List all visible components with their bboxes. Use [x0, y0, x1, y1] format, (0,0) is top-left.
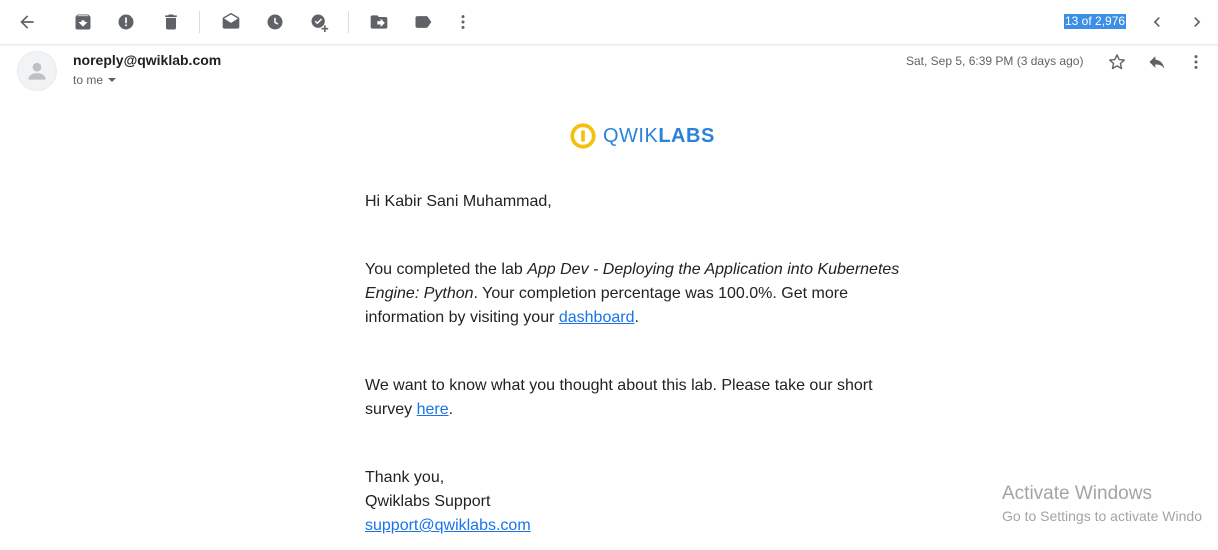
delete-icon[interactable]	[157, 8, 185, 36]
toolbar-divider	[199, 11, 200, 33]
reply-icon[interactable]	[1144, 49, 1170, 75]
snooze-icon[interactable]	[261, 8, 289, 36]
support-email-link[interactable]: support@qwiklabs.com	[365, 517, 531, 534]
paragraph-text: .	[448, 401, 454, 418]
message-counter: 13 of 2,976	[1064, 14, 1127, 29]
dashboard-link[interactable]: dashboard	[559, 309, 635, 326]
report-spam-icon[interactable]	[112, 8, 140, 36]
recipient-label: to me	[73, 73, 104, 87]
logo-text-bold: LABS	[658, 124, 715, 147]
mark-unread-icon[interactable]	[217, 8, 245, 36]
message-toolbar: 13 of 2,976	[0, 0, 1218, 45]
person-icon	[28, 62, 46, 80]
completion-paragraph: You completed the lab App Dev - Deployin…	[365, 258, 905, 330]
star-icon[interactable]	[1104, 49, 1130, 75]
more-vert-icon[interactable]	[1183, 49, 1209, 75]
archive-icon[interactable]	[69, 8, 97, 36]
recipient-dropdown[interactable]: to me	[73, 73, 117, 87]
move-to-icon[interactable]	[365, 8, 393, 36]
logo-text-light: QWIK	[603, 124, 659, 147]
back-arrow-icon[interactable]	[13, 8, 41, 36]
avatar[interactable]	[17, 51, 57, 91]
add-to-tasks-icon[interactable]	[305, 8, 333, 36]
sender-address[interactable]: noreply@qwiklab.com	[73, 52, 221, 68]
label-icon[interactable]	[409, 8, 437, 36]
activate-windows-subtitle: Go to Settings to activate Windo	[1002, 508, 1202, 524]
paragraph-text: You completed the lab	[365, 261, 528, 278]
chevron-right-icon[interactable]	[1183, 8, 1211, 36]
message-header: noreply@qwiklab.com to me Sat, Sep 5, 6:…	[0, 46, 1218, 96]
qwiklabs-logo: QWIKLABS	[569, 121, 715, 151]
survey-link[interactable]: here	[417, 401, 449, 418]
caret-down-icon	[108, 78, 117, 82]
chevron-left-icon[interactable]	[1143, 8, 1171, 36]
survey-paragraph: We want to know what you thought about t…	[365, 374, 905, 422]
message-date: Sat, Sep 5, 6:39 PM (3 days ago)	[906, 54, 1084, 68]
activate-windows-title: Activate Windows	[1002, 483, 1152, 504]
toolbar-divider	[348, 11, 349, 33]
closing: Thank you,	[365, 469, 445, 486]
signature: Qwiklabs Support	[365, 493, 491, 510]
more-vert-icon[interactable]	[449, 8, 477, 36]
support-email-line: support@qwiklabs.com	[365, 514, 905, 538]
qwiklabs-logo-icon	[570, 123, 596, 149]
greeting: Hi Kabir Sani Muhammad,	[365, 193, 552, 210]
paragraph-text: .	[634, 309, 639, 326]
